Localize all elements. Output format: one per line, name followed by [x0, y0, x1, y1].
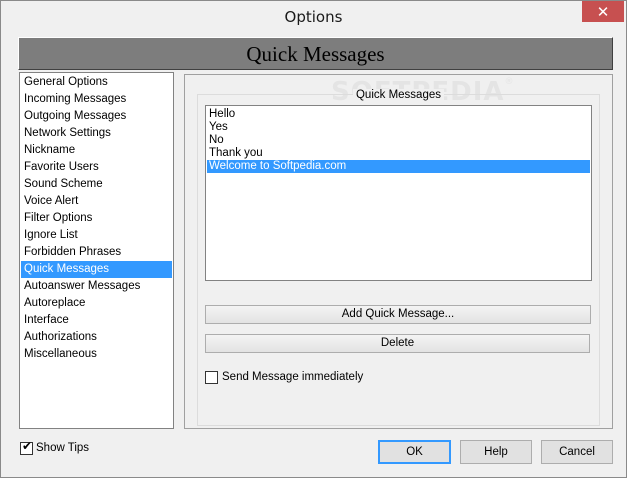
window-title: Options: [284, 8, 343, 26]
options-window: Options ✕ Quick Messages General Options…: [0, 0, 627, 478]
nav-item-miscellaneous[interactable]: Miscellaneous: [21, 346, 172, 363]
groupbox-label-wrap: Quick Messages: [197, 89, 600, 101]
list-item-selected[interactable]: Welcome to Softpedia.com: [207, 160, 590, 173]
show-tips-label[interactable]: Show Tips: [36, 442, 89, 454]
checkmark-icon: ✔: [22, 439, 33, 453]
nav-item-quick-messages[interactable]: Quick Messages: [21, 261, 172, 278]
options-category-list[interactable]: General Options Incoming Messages Outgoi…: [19, 72, 174, 429]
ok-button[interactable]: OK: [378, 440, 451, 464]
nav-item-interface[interactable]: Interface: [21, 312, 172, 329]
nav-item-ignore-list[interactable]: Ignore List: [21, 227, 172, 244]
close-button[interactable]: ✕: [582, 1, 624, 22]
nav-item-sound-scheme[interactable]: Sound Scheme: [21, 176, 172, 193]
send-immediately-checkbox[interactable]: [205, 371, 218, 384]
delete-button[interactable]: Delete: [205, 334, 590, 353]
nav-item-autoanswer-messages[interactable]: Autoanswer Messages: [21, 278, 172, 295]
groupbox-label: Quick Messages: [352, 89, 444, 101]
nav-item-autoreplace[interactable]: Autoreplace: [21, 295, 172, 312]
nav-item-network-settings[interactable]: Network Settings: [21, 125, 172, 142]
nav-item-authorizations[interactable]: Authorizations: [21, 329, 172, 346]
nav-item-forbidden-phrases[interactable]: Forbidden Phrases: [21, 244, 172, 261]
nav-item-incoming-messages[interactable]: Incoming Messages: [21, 91, 172, 108]
show-tips-checkbox[interactable]: ✔: [20, 439, 33, 455]
quick-messages-list[interactable]: Hello Yes No Thank you Welcome to Softpe…: [205, 105, 592, 281]
title-bar[interactable]: Options ✕: [1, 1, 626, 32]
list-item[interactable]: Yes: [207, 121, 590, 134]
page-header-banner: Quick Messages: [18, 37, 613, 70]
help-button[interactable]: Help: [460, 440, 532, 464]
watermark-mark: ®: [504, 77, 515, 87]
list-item[interactable]: Hello: [207, 108, 590, 121]
nav-item-favorite-users[interactable]: Favorite Users: [21, 159, 172, 176]
send-immediately-label[interactable]: Send Message immediately: [222, 371, 363, 383]
nav-item-general-options[interactable]: General Options: [21, 74, 172, 91]
list-item[interactable]: Thank you: [207, 147, 590, 160]
nav-item-outgoing-messages[interactable]: Outgoing Messages: [21, 108, 172, 125]
list-item[interactable]: No: [207, 134, 590, 147]
close-icon: ✕: [596, 2, 610, 21]
nav-item-filter-options[interactable]: Filter Options: [21, 210, 172, 227]
cancel-button[interactable]: Cancel: [541, 440, 613, 464]
add-quick-message-button[interactable]: Add Quick Message...: [205, 305, 591, 324]
nav-item-nickname[interactable]: Nickname: [21, 142, 172, 159]
page-title: Quick Messages: [246, 42, 385, 66]
nav-item-voice-alert[interactable]: Voice Alert: [21, 193, 172, 210]
